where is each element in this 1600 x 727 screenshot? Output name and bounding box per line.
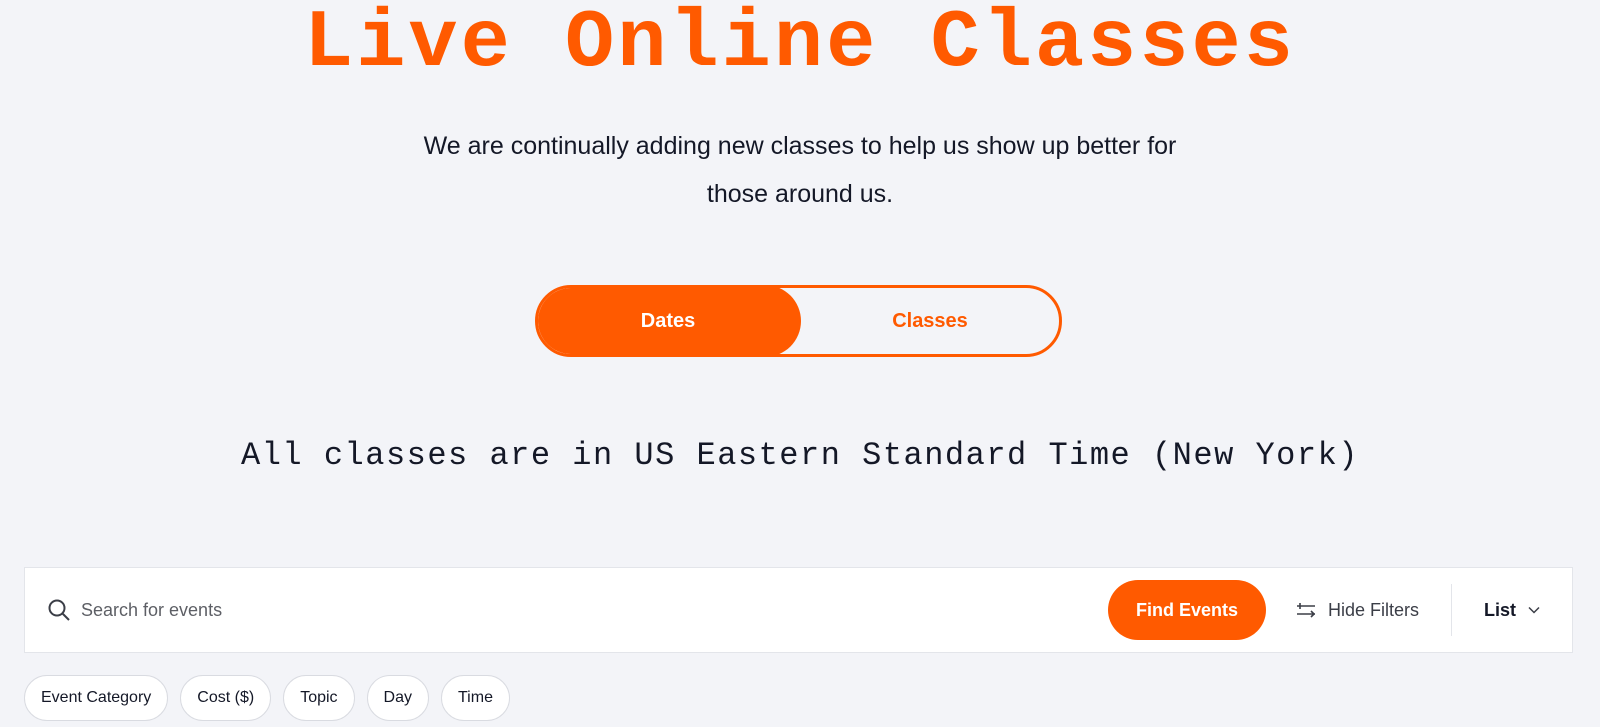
timezone-note: All classes are in US Eastern Standard T… (241, 437, 1359, 474)
toggle-dates-button[interactable]: Dates (538, 288, 801, 354)
filter-event-category[interactable]: Event Category (24, 675, 169, 721)
filter-time[interactable]: Time (441, 675, 510, 721)
page-subtitle: We are continually adding new classes to… (380, 122, 1220, 218)
filter-day[interactable]: Day (366, 675, 429, 721)
event-search-bar: Find Events Hide Filters List (24, 567, 1573, 653)
find-events-button[interactable]: Find Events (1107, 580, 1266, 640)
chevron-down-icon (1528, 606, 1540, 614)
subtitle-line-2: those around us. (706, 180, 894, 208)
search-input[interactable] (81, 599, 1108, 621)
view-select-value: List (1483, 599, 1516, 620)
search-icon (48, 599, 70, 621)
filter-cost[interactable]: Cost ($) (180, 675, 272, 721)
view-mode-toggle: Dates Classes (535, 285, 1062, 357)
filter-pills: Event Category Cost ($) Topic Day Time (24, 675, 510, 721)
page-title: Live Online Classes (304, 0, 1296, 90)
filter-topic[interactable]: Topic (283, 675, 355, 721)
hide-filters-button[interactable]: Hide Filters (1296, 600, 1419, 621)
hide-filters-label: Hide Filters (1327, 599, 1419, 620)
subtitle-line-1: We are continually adding new classes to… (423, 132, 1177, 160)
view-select-dropdown[interactable]: List (1452, 600, 1572, 621)
sliders-icon (1296, 603, 1316, 618)
toggle-classes-button[interactable]: Classes (801, 288, 1059, 354)
